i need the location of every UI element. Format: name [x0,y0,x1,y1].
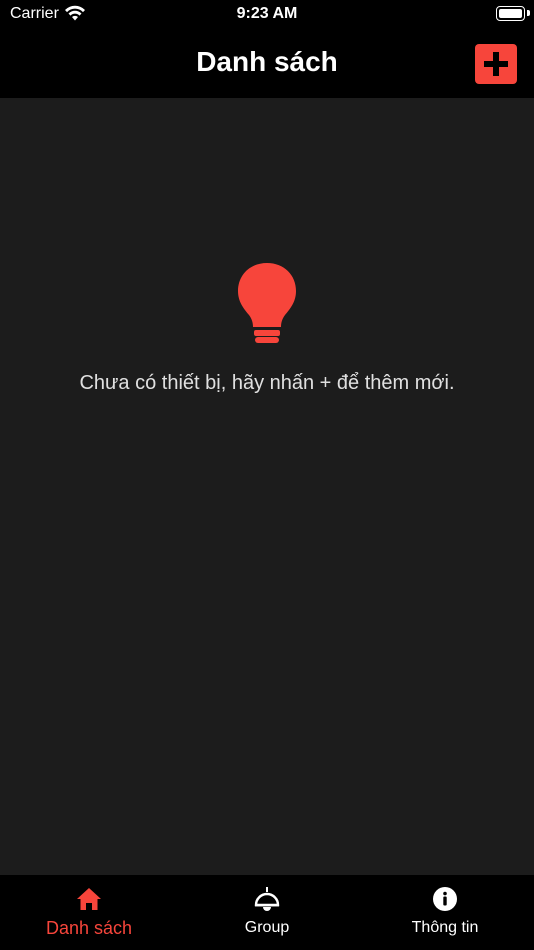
page-title: Danh sách [196,46,338,77]
app-screen: Carrier 9:23 AM Danh sách Chưa có thiết … [0,0,534,950]
battery-level [499,9,522,18]
ceiling-lamp-icon [254,887,280,911]
navigation-bar: Danh sách [0,28,534,98]
device-list-area: Chưa có thiết bị, hãy nhấn + để thêm mới… [0,98,534,875]
status-time: 9:23 AM [236,5,298,22]
plus-icon [484,52,508,76]
empty-state-message: Chưa có thiết bị, hãy nhấn + để thêm mới… [79,372,455,394]
battery-icon [496,6,525,21]
tab-bar: Danh sách Group Thông tin [0,875,534,950]
tab-group[interactable]: Group [178,875,356,950]
tab-label: Group [244,919,290,936]
tab-danh-sach[interactable]: Danh sách [0,875,178,950]
info-icon [433,887,457,911]
status-bar: Carrier 9:23 AM [0,0,534,28]
add-device-button[interactable] [475,44,517,84]
home-icon [77,888,101,910]
lightbulb-icon [238,263,296,343]
tab-label: Thông tin [411,919,479,936]
tab-thong-tin[interactable]: Thông tin [356,875,534,950]
battery-tip [527,10,530,16]
tab-label: Danh sách [45,918,133,938]
